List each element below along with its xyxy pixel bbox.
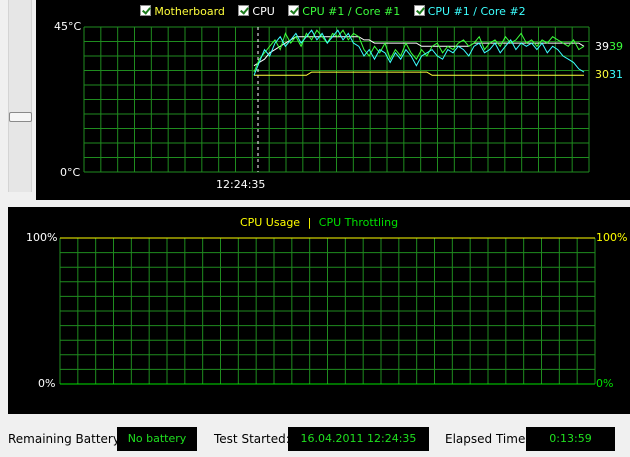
test-started-label: Test Started: xyxy=(214,432,290,446)
battery-value: No battery xyxy=(117,427,197,451)
end-value-core2: 31 xyxy=(609,68,623,81)
elapsed-time-value: 0:13:59 xyxy=(526,427,615,451)
vertical-slider-thumb[interactable] xyxy=(9,112,32,122)
temperature-chart-panel: Motherboard CPU CPU #1 / Core #1 CPU #1 … xyxy=(36,0,630,200)
test-started-value: 16.04.2011 12:24:35 xyxy=(288,427,429,451)
end-value-core1: 39 xyxy=(609,40,623,53)
left-scroll-area xyxy=(0,0,36,200)
elapsed-time-label: Elapsed Time: xyxy=(445,432,530,446)
series-motherboard-line xyxy=(254,71,584,76)
end-value-cpu: 39 xyxy=(595,40,609,53)
end-value-motherboard: 30 xyxy=(595,68,609,81)
cpu-usage-chart-panel: CPU Usage | CPU Throttling 100% 0% 100% … xyxy=(8,207,630,414)
vertical-slider-track[interactable] xyxy=(8,0,32,192)
cpu-usage-chart xyxy=(59,237,596,385)
status-bar: Remaining Battery: No battery Test Start… xyxy=(0,422,630,457)
temperature-chart xyxy=(83,26,590,173)
battery-label: Remaining Battery: xyxy=(8,432,124,446)
